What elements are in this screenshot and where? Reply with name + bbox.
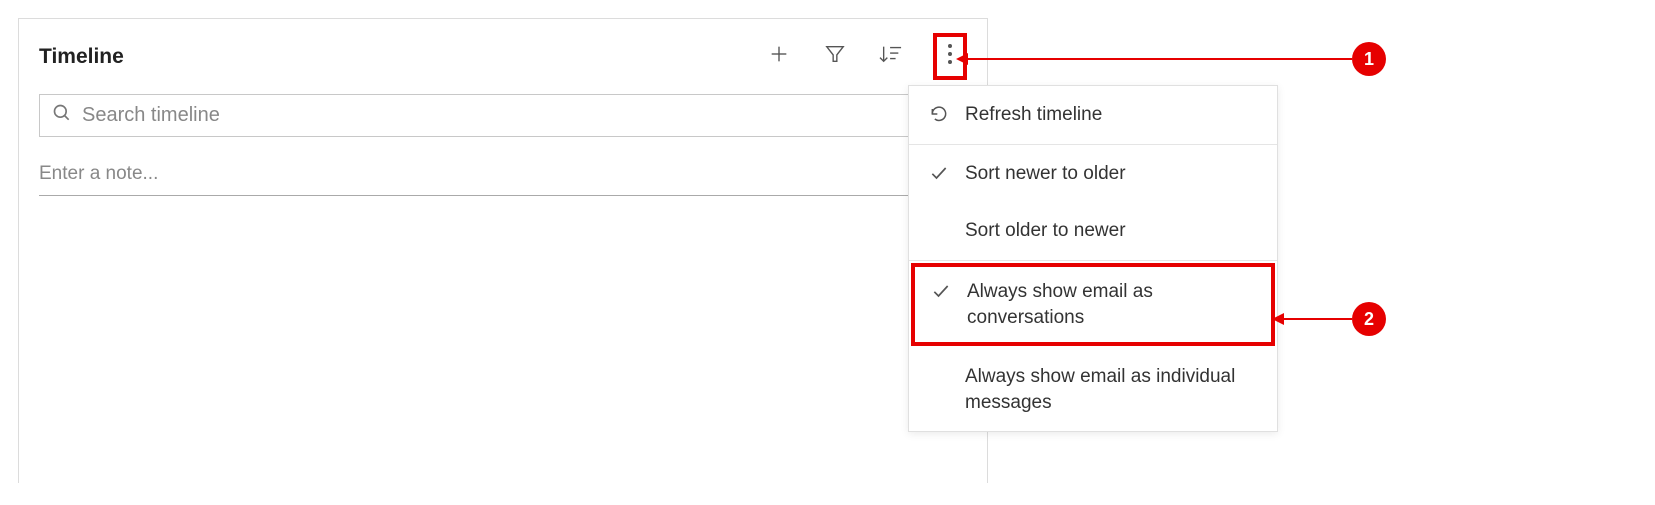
timeline-header: Timeline: [19, 19, 987, 88]
more-vertical-icon: [947, 43, 953, 70]
search-timeline-input[interactable]: [82, 104, 954, 127]
refresh-icon: [927, 102, 951, 124]
filter-icon: [824, 43, 846, 70]
annotation-callout-1: 1: [1352, 42, 1386, 76]
timeline-title: Timeline: [39, 45, 124, 69]
menu-item-label: Sort newer to older: [965, 161, 1126, 187]
annotation-arrow-2-line: [1282, 318, 1352, 320]
add-button[interactable]: [765, 43, 793, 71]
annotation-callout-2: 2: [1352, 302, 1386, 336]
timeline-toolbar: [765, 33, 967, 80]
menu-item-sort-newer[interactable]: Sort newer to older: [909, 145, 1277, 203]
plus-icon: [768, 43, 790, 70]
menu-divider: [909, 260, 1277, 261]
menu-item-sort-older[interactable]: Sort older to newer: [909, 202, 1277, 260]
sort-button[interactable]: [877, 43, 905, 71]
sort-icon: [879, 43, 903, 70]
annotation-arrow-2-head: [1272, 313, 1284, 325]
menu-item-label: Always show email as individual messages: [965, 364, 1259, 415]
annotation-arrow-1-line: [966, 58, 1352, 60]
search-icon: [52, 103, 72, 128]
menu-item-email-conversations[interactable]: Always show email as conversations: [911, 263, 1275, 346]
check-icon: [927, 161, 951, 183]
search-timeline-wrapper[interactable]: [39, 94, 967, 137]
menu-item-label: Sort older to newer: [965, 218, 1126, 244]
menu-item-email-individual[interactable]: Always show email as individual messages: [909, 348, 1277, 431]
more-commands-menu: Refresh timeline Sort newer to older Sor…: [908, 85, 1278, 432]
check-icon: [929, 279, 953, 301]
annotation-arrow-1-head: [956, 53, 968, 65]
empty-icon: [927, 364, 951, 366]
filter-button[interactable]: [821, 43, 849, 71]
timeline-panel: Timeline: [18, 18, 988, 483]
note-input[interactable]: [39, 155, 967, 196]
menu-item-label: Refresh timeline: [965, 102, 1102, 128]
menu-item-label: Always show email as conversations: [967, 279, 1257, 330]
menu-item-refresh[interactable]: Refresh timeline: [909, 86, 1277, 144]
empty-icon: [927, 218, 951, 220]
